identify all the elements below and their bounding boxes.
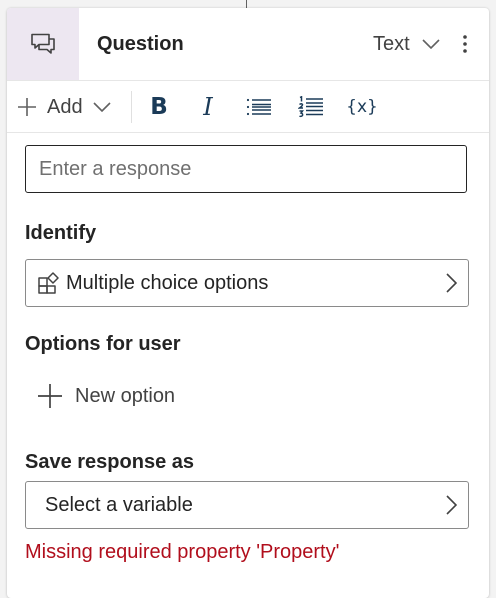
chevron-down-icon: [93, 102, 111, 112]
node-type-icon-box: [7, 8, 79, 80]
more-vertical-icon: [463, 35, 467, 53]
identify-label: Identify: [25, 222, 97, 244]
chevron-down-icon: [422, 39, 440, 49]
bullet-list-button[interactable]: [245, 91, 273, 123]
formatting-toolbar: Add B I {x}: [7, 81, 489, 133]
identify-selector[interactable]: Multiple choice options: [25, 259, 469, 307]
add-button-label: Add: [47, 96, 83, 118]
numbered-list-button[interactable]: [297, 91, 325, 123]
node-header: Question Text: [7, 8, 489, 81]
response-type-label: Text: [373, 33, 410, 55]
save-response-label: Save response as: [25, 451, 194, 473]
italic-button[interactable]: I: [197, 91, 219, 123]
identify-value: Multiple choice options: [66, 272, 269, 294]
options-label: Options for user: [25, 333, 181, 355]
response-input[interactable]: [25, 145, 467, 193]
validation-error-message: Missing required property 'Property': [25, 541, 340, 563]
variable-placeholder: Select a variable: [45, 494, 193, 516]
new-option-button[interactable]: New option: [37, 382, 175, 410]
shapes-icon: [38, 272, 60, 294]
plus-icon: [17, 97, 37, 117]
toolbar-divider: [131, 91, 132, 123]
more-options-button[interactable]: [455, 30, 475, 58]
variable-selector[interactable]: Select a variable: [25, 481, 469, 529]
bullet-list-icon: [246, 97, 272, 117]
flow-connector-line: [246, 0, 247, 8]
bold-button[interactable]: B: [147, 91, 171, 123]
insert-variable-button[interactable]: {x}: [346, 91, 378, 123]
numbered-list-icon: [298, 96, 324, 118]
plus-icon: [37, 383, 63, 409]
add-button[interactable]: Add: [17, 91, 111, 123]
chevron-right-icon: [446, 495, 457, 515]
question-node-card: Question Text Add B I {x} Enter a respon…: [7, 8, 489, 598]
node-title: Question: [97, 33, 184, 55]
response-type-dropdown[interactable]: Text: [373, 30, 440, 58]
chevron-right-icon: [446, 273, 457, 293]
chat-bubbles-icon: [30, 32, 56, 56]
new-option-label: New option: [75, 385, 176, 407]
